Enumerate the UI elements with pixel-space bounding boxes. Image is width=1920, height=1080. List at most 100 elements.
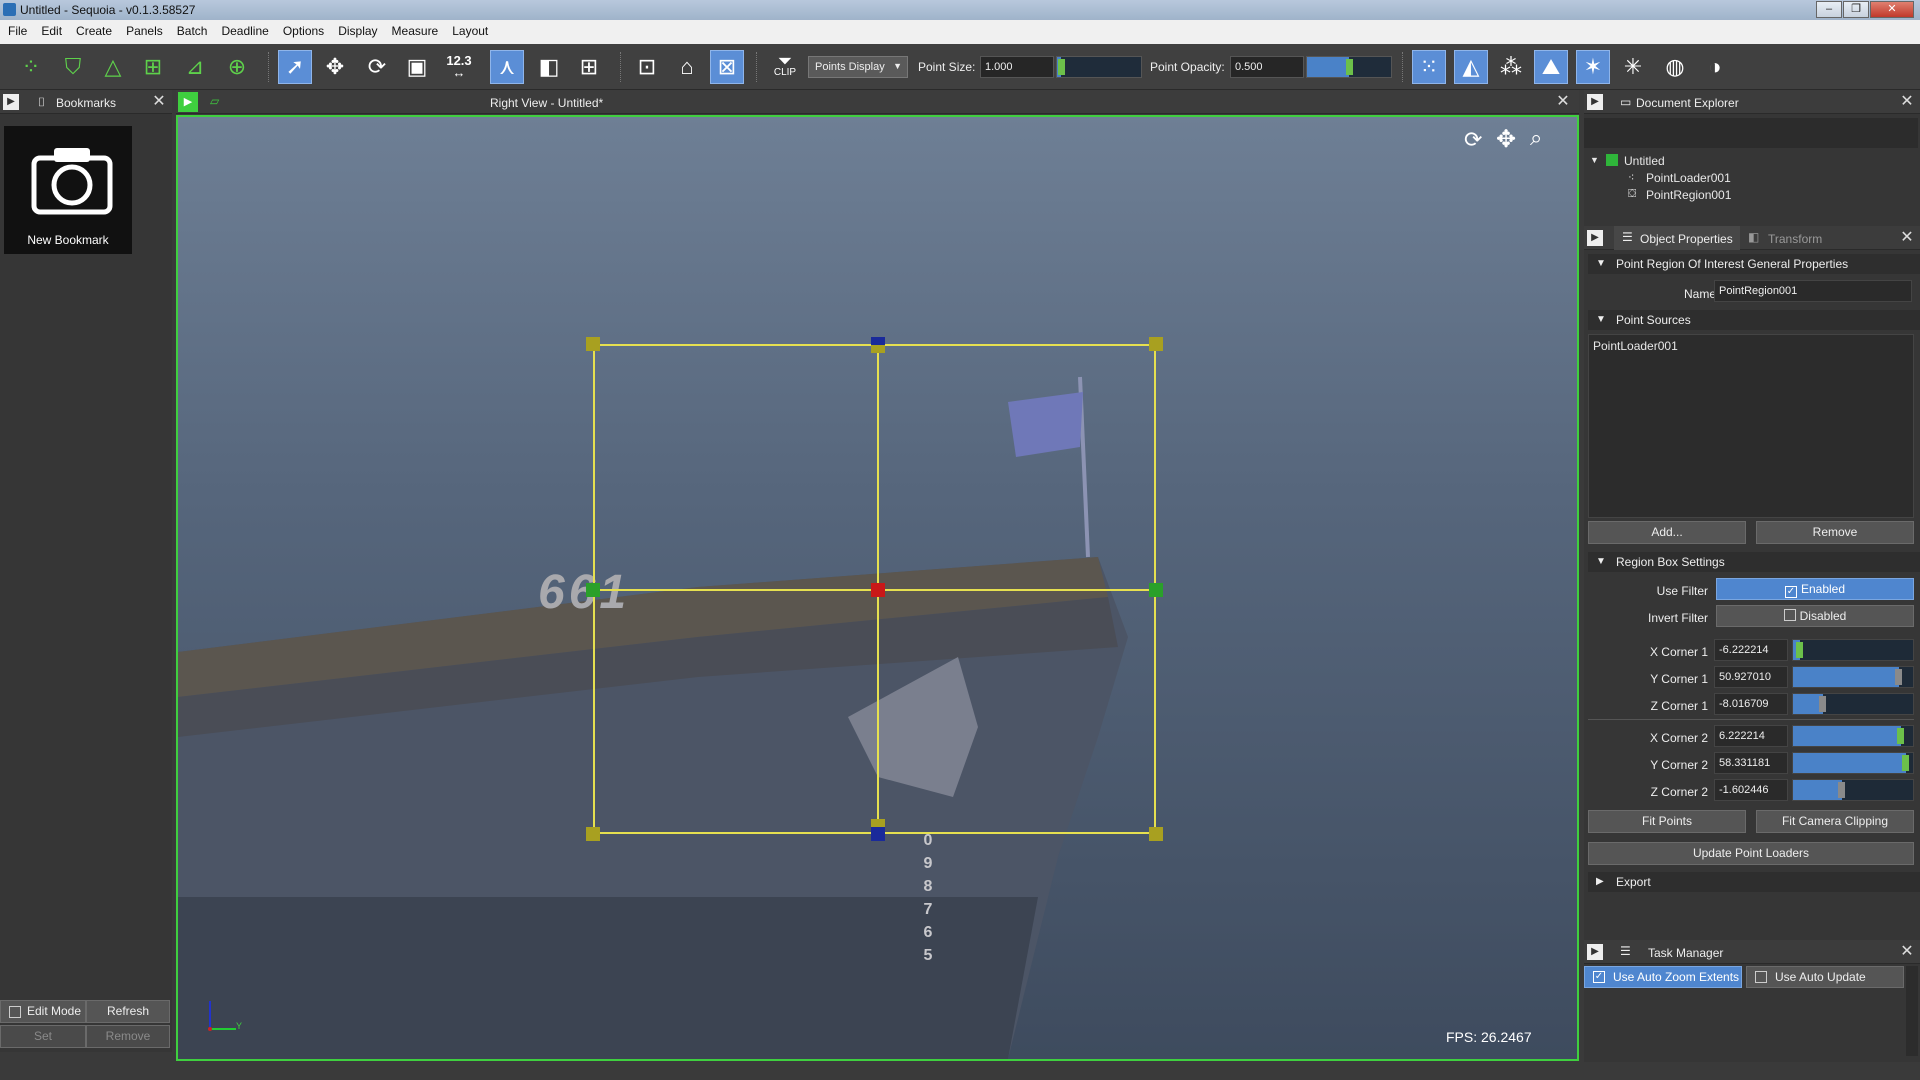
corner-handle[interactable] (586, 337, 600, 351)
menu-panels[interactable]: Panels (118, 20, 169, 38)
section-region-box[interactable]: ▼ Region Box Settings (1588, 552, 1920, 572)
lights-render-icon[interactable]: ✳ (1616, 50, 1650, 84)
menu-deadline[interactable]: Deadline (213, 20, 274, 38)
panel-toggle-icon[interactable]: ▶ (1587, 94, 1603, 110)
close-window-button[interactable]: ✕ (1870, 1, 1914, 18)
fit-camera-clipping-button[interactable]: Fit Camera Clipping (1756, 810, 1914, 833)
section-point-sources[interactable]: ▼ Point Sources (1588, 310, 1920, 330)
remove-source-button[interactable]: Remove (1756, 521, 1914, 544)
task-manager-scrollbar[interactable] (1906, 966, 1918, 1056)
corner-slider[interactable] (1792, 693, 1914, 715)
scale-tool-icon[interactable]: ▣ (400, 50, 434, 84)
name-field[interactable]: PointRegion001 (1714, 280, 1912, 302)
points-render-icon[interactable]: ⁙ (1412, 50, 1446, 84)
move-tool-icon[interactable]: ✥ (318, 50, 352, 84)
left-face-handle[interactable] (586, 583, 600, 597)
corner-handle[interactable] (1149, 827, 1163, 841)
expand-arrow-icon[interactable]: ▼ (1590, 155, 1599, 165)
invert-filter-toggle[interactable]: Disabled (1716, 605, 1914, 627)
mesh-render-icon[interactable]: ◭ (1454, 50, 1488, 84)
orbit-icon[interactable]: ⟳ (1464, 127, 1482, 153)
corner-slider-handle[interactable] (1796, 642, 1804, 658)
close-icon[interactable]: ✕ (1898, 943, 1916, 961)
perspective-view-icon[interactable]: ◧ (532, 50, 566, 84)
add-source-button[interactable]: Add... (1588, 521, 1746, 544)
axis-view-icon[interactable]: ⋏ (490, 50, 524, 84)
panel-toggle-icon[interactable]: ▶ (3, 94, 19, 110)
surface-render-icon[interactable]: ⛰ (1534, 50, 1568, 84)
scatter-render-icon[interactable]: ⁂ (1494, 50, 1528, 84)
corner-slider-handle[interactable] (1897, 728, 1904, 744)
add-region-icon[interactable]: ⛉ (56, 50, 90, 84)
auto-zoom-extents-toggle[interactable]: ✓ Use Auto Zoom Extents (1584, 966, 1742, 988)
menu-edit[interactable]: Edit (33, 20, 68, 38)
section-export[interactable]: ▶ Export (1588, 872, 1920, 892)
3d-viewport[interactable]: 661 098765 ⟳ ✥ ⌕ Y FPS: 26.2467 (176, 115, 1579, 1061)
corner-value-field[interactable]: -6.222214 (1714, 639, 1788, 661)
maximize-button[interactable]: ❐ (1843, 1, 1869, 18)
refresh-button[interactable]: Refresh (86, 1000, 170, 1023)
corner-slider-handle[interactable] (1901, 755, 1909, 771)
corner-slider-handle[interactable] (1894, 669, 1902, 685)
point-opacity-handle[interactable] (1346, 59, 1353, 75)
fit-points-button[interactable]: Fit Points (1588, 810, 1746, 833)
pan-icon[interactable]: ✥ (1496, 125, 1516, 154)
corner-slider[interactable] (1792, 725, 1914, 747)
point-size-slider[interactable] (1056, 56, 1142, 78)
clip-icon[interactable]: ⏷ CLIP (768, 50, 802, 84)
explorer-search-bar[interactable] (1584, 118, 1918, 148)
list-item[interactable]: PointLoader001 (1593, 339, 1909, 353)
menu-options[interactable]: Options (275, 20, 330, 38)
panel-toggle-icon[interactable]: ▶ (1587, 230, 1603, 246)
menu-batch[interactable]: Batch (169, 20, 214, 38)
corner-slider[interactable] (1792, 639, 1914, 661)
point-opacity-input[interactable]: 0.500 (1230, 56, 1304, 78)
set-button[interactable]: Set (0, 1025, 86, 1048)
remove-bookmark-button[interactable]: Remove (86, 1025, 170, 1048)
tree-item-pointregion[interactable]: PointRegion001 (1646, 188, 1731, 202)
shading-sphere-icon[interactable]: ◑ (1698, 50, 1732, 84)
corner-value-field[interactable]: 58.331181 (1714, 752, 1788, 774)
close-icon[interactable]: ✕ (150, 93, 168, 111)
edge-handle[interactable] (871, 345, 885, 353)
tree-root[interactable]: Untitled (1624, 154, 1665, 168)
menu-display[interactable]: Display (330, 20, 383, 38)
grid-view-icon[interactable]: ⊞ (572, 50, 606, 84)
sparkle-render-icon[interactable]: ✶ (1576, 50, 1610, 84)
menu-measure[interactable]: Measure (384, 20, 445, 38)
corner-value-field[interactable]: -8.016709 (1714, 693, 1788, 715)
corner-slider[interactable] (1792, 666, 1914, 688)
add-point-loader-icon[interactable]: ⁘ (14, 50, 48, 84)
update-point-loaders-button[interactable]: Update Point Loaders (1588, 842, 1914, 865)
menu-create[interactable]: Create (68, 20, 118, 38)
viewport-toggle-icon[interactable]: ▶ (178, 92, 198, 112)
measure-tool-icon[interactable]: 12.3 ↔ (442, 50, 476, 84)
add-mesh-icon[interactable]: △ (96, 50, 130, 84)
add-mesher-icon[interactable]: ⊞ (136, 50, 170, 84)
close-icon[interactable]: ✕ (1898, 229, 1916, 247)
close-icon[interactable]: ✕ (1898, 93, 1916, 111)
select-tool-icon[interactable]: ➚ (278, 50, 312, 84)
center-handle[interactable] (871, 583, 885, 597)
right-face-handle[interactable] (1149, 583, 1163, 597)
edge-handle[interactable] (871, 819, 885, 827)
section-general[interactable]: ▼ Point Region Of Interest General Proper… (1588, 254, 1920, 274)
auto-update-toggle[interactable]: Use Auto Update (1746, 966, 1904, 988)
panel-toggle-icon[interactable]: ▶ (1587, 944, 1603, 960)
zoom-extents-icon[interactable]: ⊡ (630, 50, 664, 84)
corner-value-field[interactable]: 6.222214 (1714, 725, 1788, 747)
point-size-handle[interactable] (1058, 59, 1066, 75)
point-opacity-slider[interactable] (1306, 56, 1392, 78)
use-filter-toggle[interactable]: ✓ Enabled (1716, 578, 1914, 600)
corner-slider[interactable] (1792, 752, 1914, 774)
minimize-button[interactable]: – (1816, 1, 1842, 18)
bottom-face-handle[interactable] (871, 827, 885, 841)
corner-value-field[interactable]: 50.927010 (1714, 666, 1788, 688)
menu-file[interactable]: File (0, 20, 33, 38)
tab-object-properties[interactable]: ☰ Object Properties (1614, 226, 1740, 250)
tab-transform[interactable]: ◧ Transform (1742, 226, 1852, 250)
grid-snap-icon[interactable]: ⊠ (710, 50, 744, 84)
corner-slider-handle[interactable] (1838, 782, 1846, 798)
corner-slider-handle[interactable] (1819, 696, 1826, 712)
display-mode-dropdown[interactable]: Points Display ▼ (808, 56, 908, 78)
